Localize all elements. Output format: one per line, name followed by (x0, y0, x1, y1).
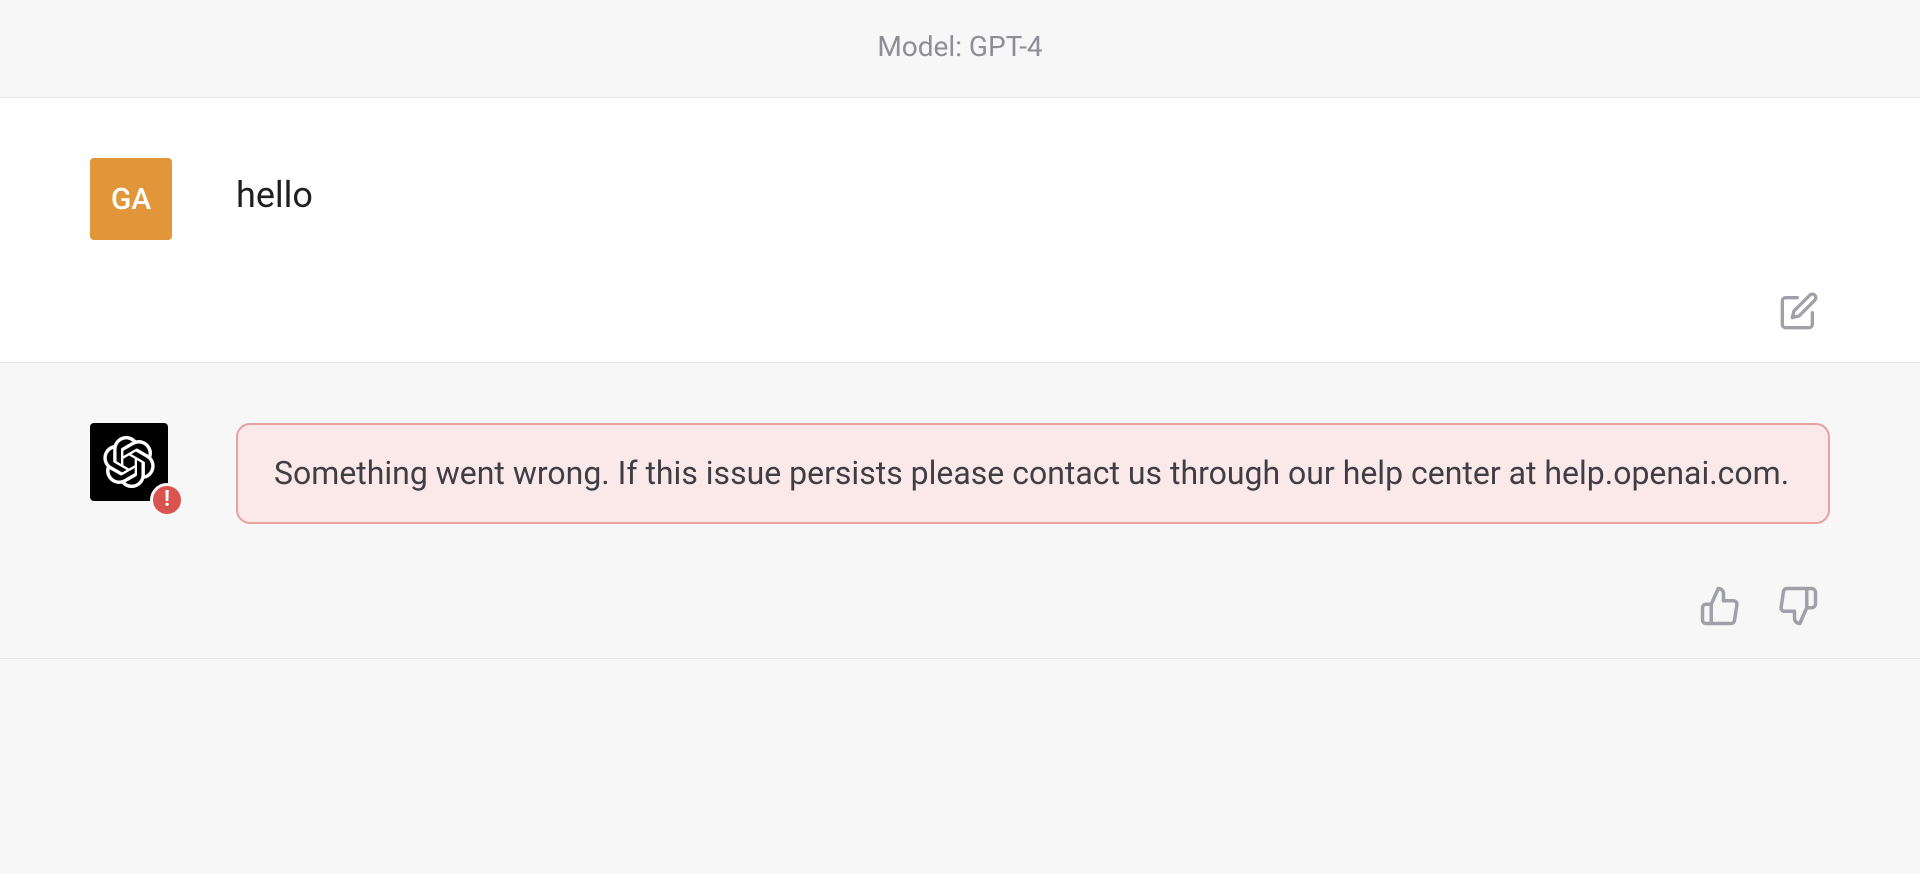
user-message-row: GA hello (90, 158, 1830, 240)
user-message-text: hello (236, 158, 313, 216)
assistant-message-block: ! Something went wrong. If this issue pe… (0, 363, 1920, 659)
edit-button[interactable] (1778, 290, 1820, 332)
user-message-actions (90, 240, 1830, 332)
error-badge: ! (150, 483, 184, 517)
user-message-block: GA hello (0, 98, 1920, 363)
assistant-message-row: ! Something went wrong. If this issue pe… (90, 423, 1830, 524)
assistant-avatar-wrap: ! (90, 423, 172, 505)
error-message-box: Something went wrong. If this issue pers… (236, 423, 1830, 524)
user-avatar: GA (90, 158, 172, 240)
user-avatar-initials: GA (111, 182, 151, 217)
thumbs-up-icon (1699, 585, 1741, 627)
edit-icon (1779, 291, 1819, 331)
thumbs-up-button[interactable] (1698, 584, 1742, 628)
thumbs-down-button[interactable] (1776, 584, 1820, 628)
assistant-feedback-actions (90, 524, 1830, 628)
openai-icon (103, 436, 155, 488)
thumbs-down-icon (1777, 585, 1819, 627)
exclamation-icon: ! (164, 489, 170, 511)
model-label: Model: GPT-4 (877, 30, 1042, 63)
header-bar: Model: GPT-4 (0, 0, 1920, 98)
error-message-text: Something went wrong. If this issue pers… (274, 454, 1789, 492)
